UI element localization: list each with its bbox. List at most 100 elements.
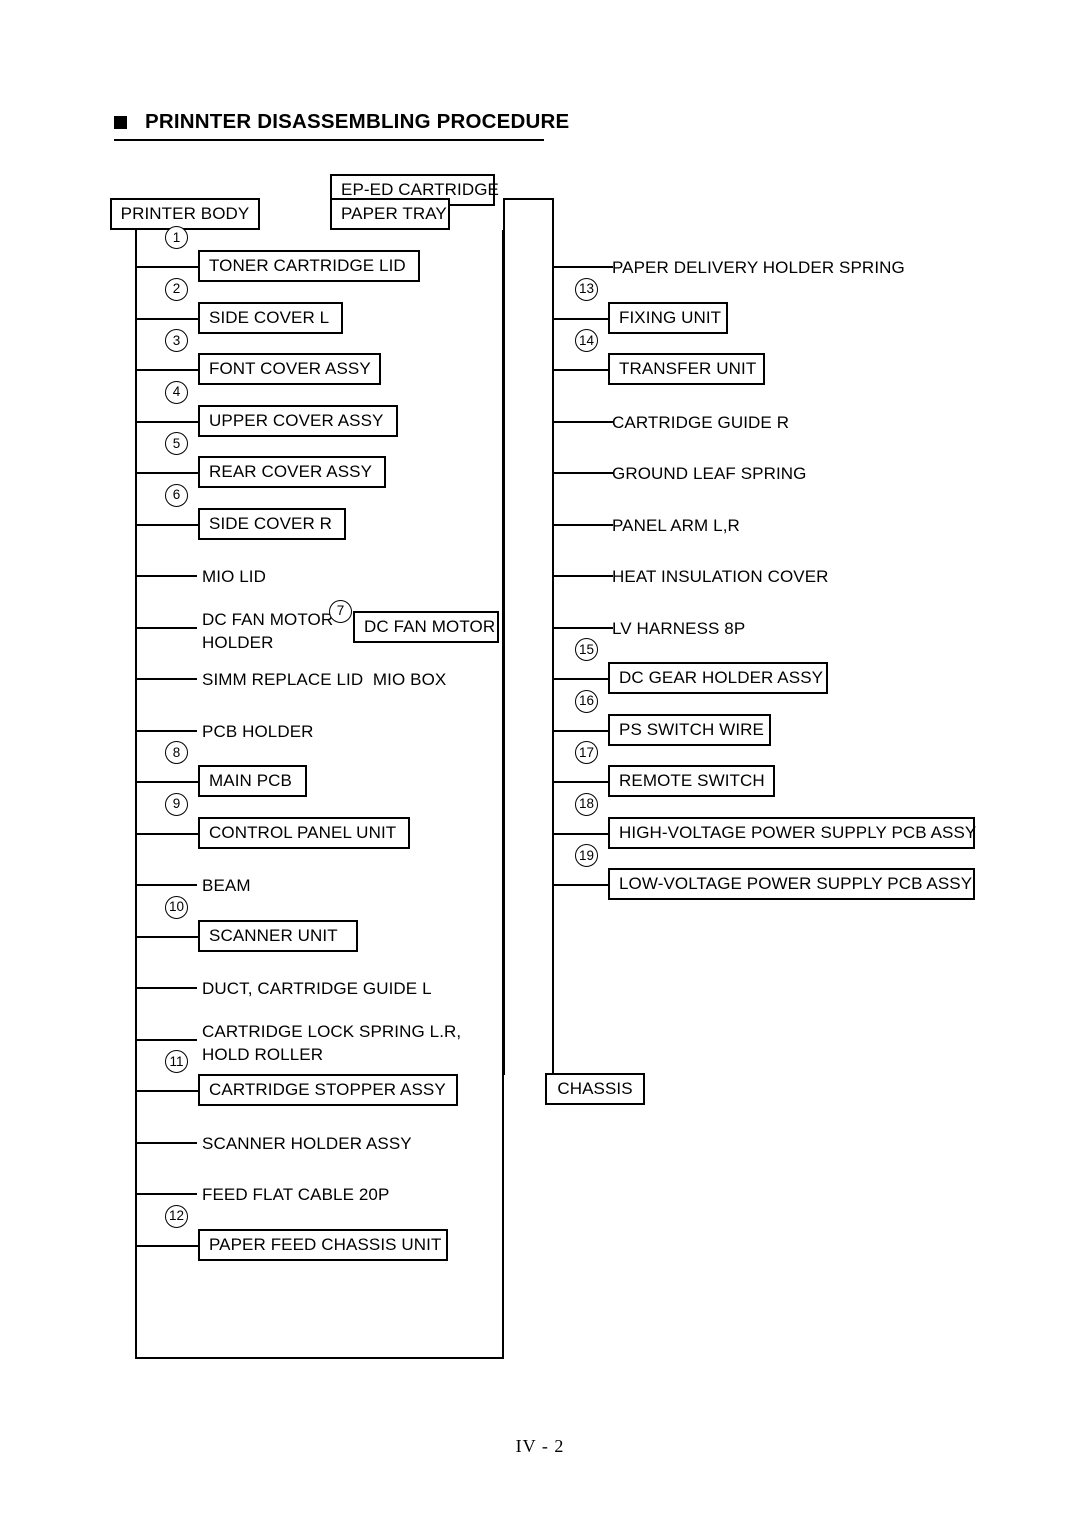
filled-square-bullet-icon [114, 115, 127, 129]
component-box-left-20: PAPER FEED CHASSIS UNIT [198, 1228, 448, 1261]
component-box-left-4: UPPER COVER ASSY [198, 404, 398, 437]
chassis-stub-line [552, 1040, 554, 1074]
component-box-right-2: FIXING UNIT [608, 301, 728, 334]
component-box-left-11: MAIN PCB [198, 765, 307, 797]
component-label: PAPER FEED CHASSIS UNIT [209, 1234, 442, 1254]
branch-connector-line [137, 832, 198, 835]
component-label: UPPER COVER ASSY [209, 410, 384, 430]
branch-connector-line [137, 523, 198, 526]
component-box-left-14: SCANNER UNIT [198, 919, 358, 952]
branch-connector-line [137, 729, 197, 732]
chassis-frame [503, 198, 554, 1075]
component-box-left-12: CONTROL PANEL UNIT [198, 816, 410, 849]
step-number-badge-14: 14 [575, 329, 598, 352]
branch-connector-line [137, 987, 197, 989]
root-label-printer-body: PRINTER BODY [120, 204, 250, 223]
step-number-badge-17: 17 [575, 741, 598, 764]
component-label: MAIN PCB [209, 771, 292, 790]
branch-connector-line [137, 472, 198, 474]
branch-connector-line [137, 935, 198, 938]
step-number-badge-1: 1 [165, 226, 188, 249]
branch-connector-line [553, 884, 608, 886]
branch-connector-line [137, 1038, 197, 1041]
component-label: FONT COVER ASSY [209, 359, 371, 378]
page-footer: IV - 2 [515, 1436, 565, 1456]
component-text-left-8: DC FAN MOTOR HOLDER [202, 609, 334, 652]
component-text-right-8: LV HARNESS 8P [612, 618, 746, 638]
step-number-badge-11: 11 [165, 1050, 188, 1073]
component-box-left-2: SIDE COVER L [198, 301, 343, 334]
step-number-badge-3: 3 [165, 329, 188, 352]
step-number-badge-12: 12 [165, 1204, 188, 1228]
branch-connector-line [137, 781, 198, 783]
component-label: CONTROL PANEL UNIT [209, 822, 397, 842]
branch-connector-line [137, 884, 197, 886]
component-label: TRANSFER UNIT [619, 359, 757, 378]
component-label: LOW-VOLTAGE POWER SUPPLY PCB ASSY [619, 874, 973, 893]
root-box-chassis: CHASSIS [545, 1073, 645, 1105]
branch-connector-line [137, 266, 198, 268]
component-label: REAR COVER ASSY [209, 462, 373, 481]
branch-connector-line [137, 1244, 198, 1247]
root-box-printer-body: PRINTER BODY [110, 198, 260, 230]
branch-connector-line [137, 420, 198, 423]
step-number-badge-6: 6 [165, 483, 188, 507]
component-label: TONER CARTRIDGE LID [209, 256, 406, 275]
step-number-badge-9: 9 [165, 792, 188, 816]
branch-connector-line [553, 266, 613, 268]
root-label-ep-ed-cartridge: EP-ED CARTRIDGE [341, 180, 499, 199]
branch-connector-line [553, 729, 608, 732]
component-text-right-5: GROUND LEAF SPRING [612, 464, 807, 483]
component-box-right-3: TRANSFER UNIT [608, 353, 765, 385]
branch-connector-line [553, 369, 608, 371]
page-title-text: PRINNTER DISASSEMBLING PROCEDURE [145, 110, 570, 133]
branch-connector-line [137, 317, 198, 320]
component-label: CARTRIDGE STOPPER ASSY [209, 1080, 446, 1099]
branch-connector-line [553, 678, 608, 680]
root-box-paper-tray: PAPER TRAY [330, 198, 450, 230]
component-label: SIDE COVER R [209, 513, 333, 533]
component-text-left-16: CARTRIDGE LOCK SPRING L.R, HOLD ROLLER [202, 1021, 462, 1064]
component-label: DC FAN MOTOR [364, 616, 496, 636]
component-box-dc-fan-motor: DC FAN MOTOR [353, 610, 499, 643]
branch-connector-line [553, 626, 613, 629]
step-number-badge-7: 7 [329, 599, 352, 623]
branch-connector-line [137, 1193, 197, 1195]
step-number-badge-8: 8 [165, 741, 188, 764]
page-title: PRINNTER DISASSEMBLING PROCEDURE [114, 110, 569, 141]
root-label-chassis: CHASSIS [557, 1079, 633, 1098]
component-box-right-10: PS SWITCH WIRE [608, 713, 771, 746]
component-text-left-18: SCANNER HOLDER ASSY [202, 1133, 412, 1153]
branch-connector-line [137, 626, 197, 629]
step-number-badge-15: 15 [575, 638, 598, 661]
branch-connector-line [553, 317, 608, 320]
step-number-badge-2: 2 [165, 277, 188, 301]
branch-connector-line [137, 369, 198, 371]
step-number-badge-18: 18 [575, 792, 598, 816]
branch-connector-line [553, 420, 613, 423]
component-text-right-7: HEAT INSULATION COVER [612, 567, 829, 586]
component-box-left-17: CARTRIDGE STOPPER ASSY [198, 1074, 458, 1106]
branch-connector-line [553, 575, 613, 577]
branch-connector-line [553, 472, 613, 474]
component-box-left-6: SIDE COVER R [198, 507, 346, 540]
step-number-badge-16: 16 [575, 689, 598, 713]
branch-connector-line [137, 678, 197, 680]
component-text-left-13: BEAM [202, 876, 251, 895]
component-box-right-9: DC GEAR HOLDER ASSY [608, 662, 828, 694]
component-label: HIGH-VOLTAGE POWER SUPPLY PCB ASSY [619, 822, 977, 842]
component-label: FIXING UNIT [619, 307, 722, 327]
branch-connector-line [137, 1141, 197, 1144]
branch-connector-line [137, 575, 197, 577]
component-text-right-4: CARTRIDGE GUIDE R [612, 412, 790, 432]
component-text-left-19: FEED FLAT CABLE 20P [202, 1185, 390, 1204]
component-text-left-10: PCB HOLDER [202, 721, 314, 741]
component-label: SIDE COVER L [209, 307, 330, 327]
component-box-right-13: LOW-VOLTAGE POWER SUPPLY PCB ASSY [608, 868, 975, 900]
branch-connector-line [553, 832, 608, 835]
branch-connector-line [137, 1090, 198, 1092]
step-number-badge-5: 5 [165, 432, 188, 455]
branch-connector-line [553, 523, 613, 526]
component-label: PS SWITCH WIRE [619, 719, 764, 739]
component-label: REMOTE SWITCH [619, 771, 765, 790]
